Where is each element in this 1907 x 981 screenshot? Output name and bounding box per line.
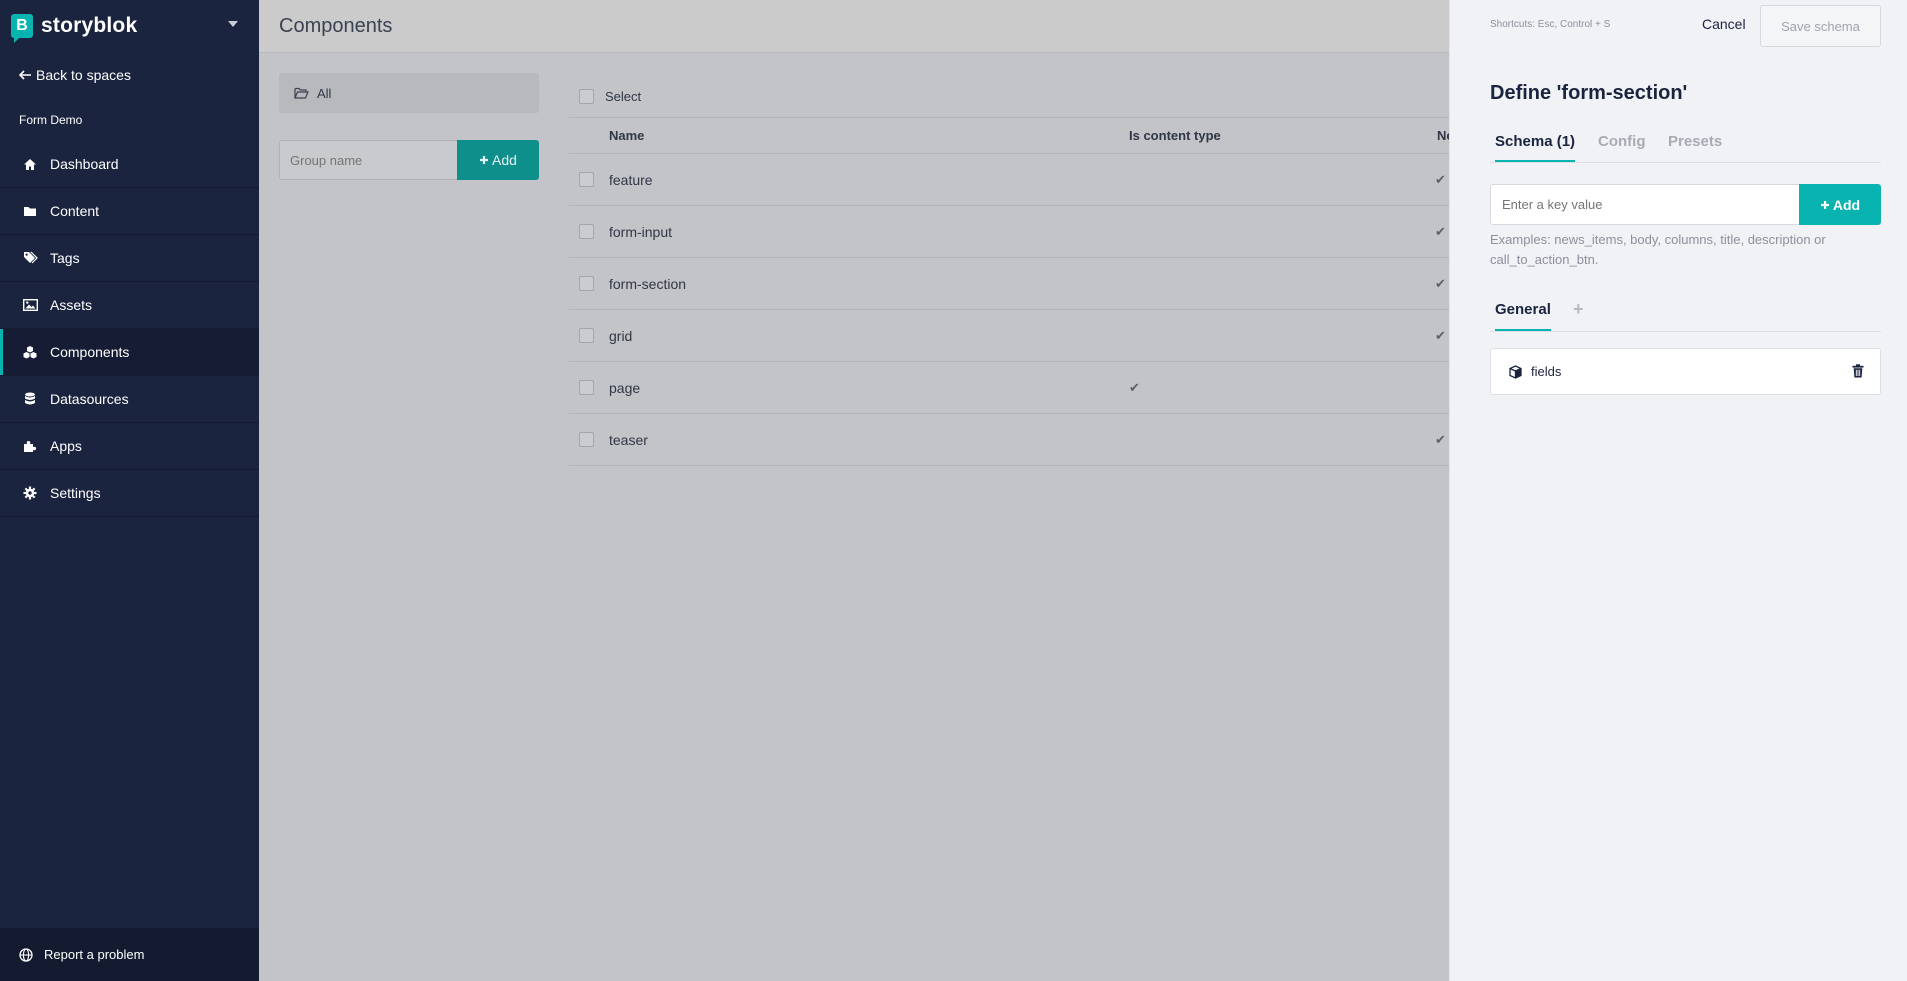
component-name[interactable]: teaser — [609, 432, 648, 448]
check-icon: ✔ — [1435, 224, 1446, 239]
tab-general[interactable]: General — [1495, 301, 1551, 331]
space-name: Form Demo — [19, 113, 83, 127]
sidebar-item-label: Assets — [50, 297, 93, 313]
table-row[interactable]: page ✔ — [569, 362, 1449, 414]
row-checkbox[interactable] — [579, 276, 594, 291]
add-key-button[interactable]: Add — [1799, 184, 1881, 225]
sidebar-item-label: Tags — [50, 250, 80, 266]
plus-icon — [1820, 197, 1830, 213]
key-value-input[interactable] — [1490, 184, 1800, 225]
component-name[interactable]: feature — [609, 172, 653, 188]
sidebar-item-label: Datasources — [50, 391, 129, 407]
component-name[interactable]: form-section — [609, 276, 686, 292]
globe-icon — [18, 947, 34, 963]
sidebar-item-label: Dashboard — [50, 156, 119, 172]
check-icon: ✔ — [1435, 432, 1446, 447]
column-header-name[interactable]: Name — [609, 128, 644, 143]
save-schema-button[interactable]: Save schema — [1760, 5, 1881, 47]
table-row[interactable]: form-section ✔ — [569, 258, 1449, 310]
select-all-label: Select — [605, 89, 642, 104]
sidebar-item-content[interactable]: Content — [0, 188, 259, 235]
table-row[interactable]: form-input ✔ — [569, 206, 1449, 258]
add-key-label: Add — [1832, 196, 1861, 213]
cube-icon — [1507, 364, 1523, 380]
sidebar-item-components[interactable]: Components — [0, 329, 259, 376]
sidebar-item-tags[interactable]: Tags — [0, 235, 259, 282]
folder-icon — [22, 203, 38, 219]
sidebar-item-label: Apps — [50, 438, 82, 454]
component-name[interactable]: grid — [609, 328, 632, 344]
row-checkbox[interactable] — [579, 172, 594, 187]
add-group-button[interactable]: Add — [457, 140, 539, 180]
report-problem-label: Report a problem — [44, 947, 145, 962]
row-checkbox[interactable] — [579, 432, 594, 447]
database-icon — [22, 391, 38, 407]
sidebar-item-label: Content — [50, 203, 100, 219]
trash-icon[interactable] — [1852, 364, 1864, 378]
schema-panel: Shortcuts: Esc, Control + S Cancel Save … — [1449, 0, 1907, 981]
sidebar: B storyblok Back to spaces Form Demo Das… — [0, 0, 259, 981]
check-icon: ✔ — [1129, 380, 1140, 395]
gear-icon — [22, 485, 38, 501]
sidebar-item-dashboard[interactable]: Dashboard — [0, 141, 259, 188]
folder-open-icon — [293, 85, 309, 101]
panel-title: Define 'form-section' — [1490, 82, 1688, 104]
brand[interactable]: B storyblok — [0, 0, 259, 51]
sidebar-item-datasources[interactable]: Datasources — [0, 376, 259, 423]
components-table: Select Name Is content type Ne feature ✔… — [569, 76, 1454, 466]
row-checkbox[interactable] — [579, 328, 594, 343]
component-name[interactable]: form-input — [609, 224, 672, 240]
image-icon — [22, 297, 38, 313]
sidebar-item-assets[interactable]: Assets — [0, 282, 259, 329]
home-icon — [22, 156, 38, 172]
field-group-tabs: General + — [1490, 297, 1881, 332]
sidebar-item-settings[interactable]: Settings — [0, 470, 259, 517]
folder-all[interactable]: All — [279, 73, 539, 113]
table-header: Name Is content type Ne — [569, 118, 1454, 154]
tags-icon — [22, 250, 38, 266]
shortcuts-hint: Shortcuts: Esc, Control + S — [1490, 19, 1611, 30]
row-checkbox[interactable] — [579, 380, 594, 395]
tab-config[interactable]: Config — [1598, 133, 1645, 160]
check-icon: ✔ — [1435, 172, 1446, 187]
add-tab-icon[interactable]: + — [1573, 299, 1584, 320]
space-switcher-caret-icon[interactable] — [228, 21, 238, 27]
sidebar-item-label: Components — [50, 344, 130, 360]
storyblok-logo: B — [11, 13, 33, 43]
schema-field-item[interactable]: fields — [1490, 348, 1881, 395]
plus-icon — [479, 152, 489, 168]
select-all-row: Select — [569, 76, 1449, 118]
tab-schema[interactable]: Schema (1) — [1495, 133, 1576, 162]
table-row[interactable]: feature ✔ — [569, 154, 1449, 206]
back-to-spaces-label: Back to spaces — [36, 67, 131, 83]
schema-tabs: Schema (1) Config Presets — [1490, 129, 1881, 163]
arrow-left-icon — [18, 67, 32, 83]
cubes-icon — [22, 344, 38, 360]
sidebar-item-label: Settings — [50, 485, 101, 501]
topbar: Components — [259, 0, 1449, 53]
column-header-content-type[interactable]: Is content type — [1129, 128, 1221, 143]
sidebar-item-apps[interactable]: Apps — [0, 423, 259, 470]
folder-all-label: All — [317, 85, 332, 101]
table-row[interactable]: grid ✔ — [569, 310, 1449, 362]
tab-presets[interactable]: Presets — [1668, 133, 1722, 160]
sidebar-nav: Dashboard Content Tags Assets Components — [0, 141, 259, 517]
check-icon: ✔ — [1435, 328, 1446, 343]
table-row[interactable]: teaser ✔ — [569, 414, 1449, 466]
cancel-button[interactable]: Cancel — [1702, 16, 1746, 32]
check-icon: ✔ — [1435, 276, 1446, 291]
report-problem-link[interactable]: Report a problem — [0, 928, 259, 981]
schema-field-name: fields — [1531, 364, 1562, 379]
select-all-checkbox[interactable] — [579, 89, 594, 104]
component-name[interactable]: page — [609, 380, 640, 396]
group-name-input[interactable] — [279, 140, 458, 180]
back-to-spaces-link[interactable]: Back to spaces — [18, 67, 131, 83]
brand-name: storyblok — [41, 13, 138, 37]
row-checkbox[interactable] — [579, 224, 594, 239]
add-group-label: Add — [492, 152, 517, 168]
puzzle-icon — [22, 438, 38, 454]
key-examples-hint: Examples: news_items, body, columns, tit… — [1490, 232, 1826, 267]
page-title: Components — [279, 15, 393, 37]
